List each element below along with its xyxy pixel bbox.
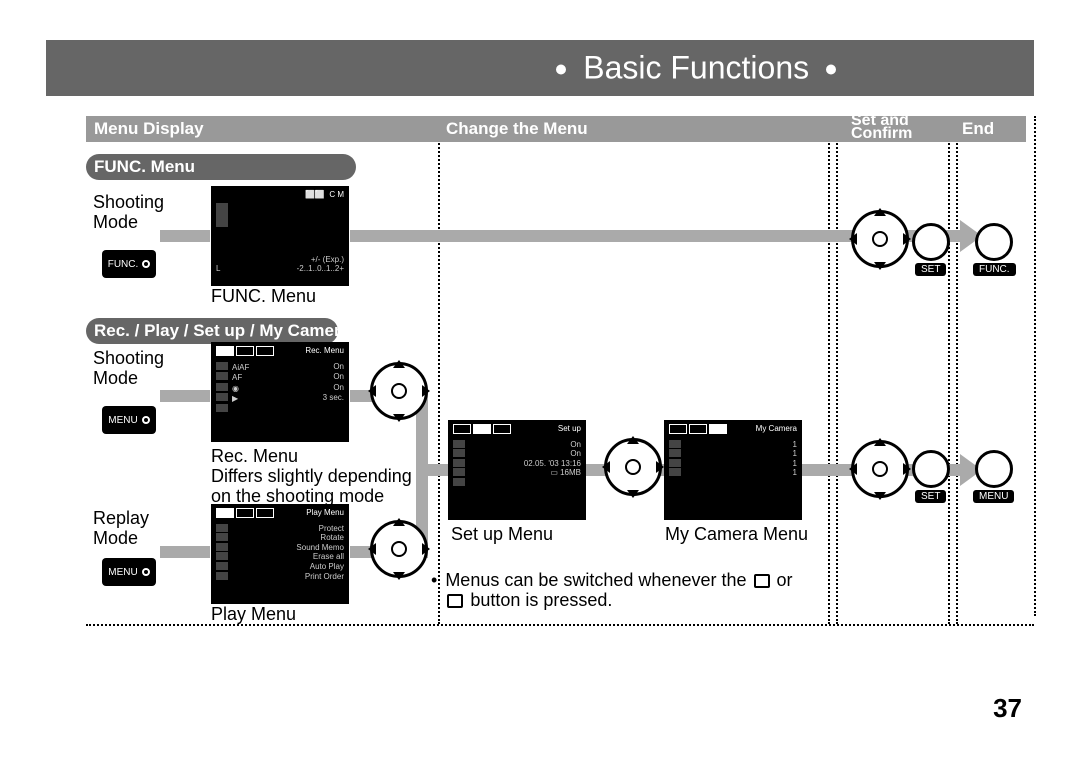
zoom-out-icon bbox=[754, 574, 770, 588]
flow-arrow bbox=[160, 230, 210, 242]
mode-shooting-label: Shooting Mode bbox=[93, 348, 164, 388]
page-number: 37 bbox=[993, 693, 1022, 724]
caption-func-menu: FUNC. Menu bbox=[211, 286, 316, 307]
separator-dotted bbox=[948, 116, 950, 624]
column-set-confirm: Set and Confirm bbox=[851, 114, 912, 140]
column-menu-display: Menu Display bbox=[94, 119, 204, 139]
dpad-icon bbox=[370, 520, 428, 578]
mode-replay-label: Replay Mode bbox=[93, 508, 149, 548]
lcd-func-menu: ⬜⬜ C M +/- (Exp.) L-2..1..0..1..2+ bbox=[211, 186, 349, 286]
mode-shooting-label: Shooting Mode bbox=[93, 192, 164, 232]
menu-button-label: MENU bbox=[973, 490, 1014, 503]
menu-button-icon: MENU bbox=[102, 558, 156, 586]
bullet-icon: • bbox=[431, 570, 437, 590]
flow-arrow bbox=[160, 390, 210, 402]
flow-arrow bbox=[416, 464, 448, 476]
dpad-icon bbox=[370, 362, 428, 420]
info-note: • Menus can be switched whenever the or … bbox=[431, 570, 803, 610]
separator-dotted bbox=[1034, 116, 1036, 616]
dpad-icon bbox=[604, 438, 662, 496]
set-button-label: SET bbox=[915, 490, 946, 503]
section-func-menu: FUNC. Menu bbox=[86, 154, 356, 180]
caption-rec-menu: Rec. Menu Differs slightly depending on … bbox=[211, 446, 441, 506]
bullet-icon bbox=[826, 65, 836, 75]
columns-header: Menu Display Change the Menu Set and Con… bbox=[86, 116, 1034, 142]
page-title: Basic Functions bbox=[548, 50, 844, 87]
separator-dotted bbox=[836, 116, 838, 624]
menu-button-icon bbox=[975, 450, 1013, 488]
set-button-icon bbox=[912, 450, 950, 488]
column-end: End bbox=[962, 119, 994, 139]
set-button-icon bbox=[912, 223, 950, 261]
separator-dotted bbox=[956, 116, 958, 624]
lcd-mycamera-menu: My Camera 1 1 1 1 bbox=[664, 420, 802, 520]
dpad-icon bbox=[851, 440, 909, 498]
bullet-icon bbox=[556, 65, 566, 75]
lcd-setup-menu: Set up On On 02.05. '03 13:16 ▭ 16MB bbox=[448, 420, 586, 520]
section-title-bar: Basic Functions bbox=[46, 40, 1034, 96]
caption-mycamera: My Camera Menu bbox=[665, 524, 808, 545]
caption-setup-menu: Set up Menu bbox=[451, 524, 553, 545]
caption-play-menu: Play Menu bbox=[211, 604, 296, 625]
zoom-in-icon bbox=[447, 594, 463, 608]
dotted-divider bbox=[86, 624, 1034, 626]
menu-button-icon: MENU bbox=[102, 406, 156, 434]
func-button-icon bbox=[975, 223, 1013, 261]
lcd-rec-menu: Rec. Menu AiAFOn AFOn ◉On ▶3 sec. bbox=[211, 342, 349, 442]
separator-dotted bbox=[438, 116, 440, 624]
page-title-text: Basic Functions bbox=[583, 50, 809, 86]
flow-arrow bbox=[160, 546, 210, 558]
func-button-label: FUNC. bbox=[973, 263, 1016, 276]
separator-dotted bbox=[828, 116, 830, 624]
dpad-icon bbox=[851, 210, 909, 268]
column-change: Change the Menu bbox=[446, 119, 588, 139]
set-button-label: SET bbox=[915, 263, 946, 276]
func-button-icon: FUNC. bbox=[102, 250, 156, 278]
section-rec-play-setup: Rec. / Play / Set up / My Camera Menu bbox=[86, 318, 338, 344]
lcd-play-menu: Play Menu Protect Rotate Sound Memo Eras… bbox=[211, 504, 349, 604]
